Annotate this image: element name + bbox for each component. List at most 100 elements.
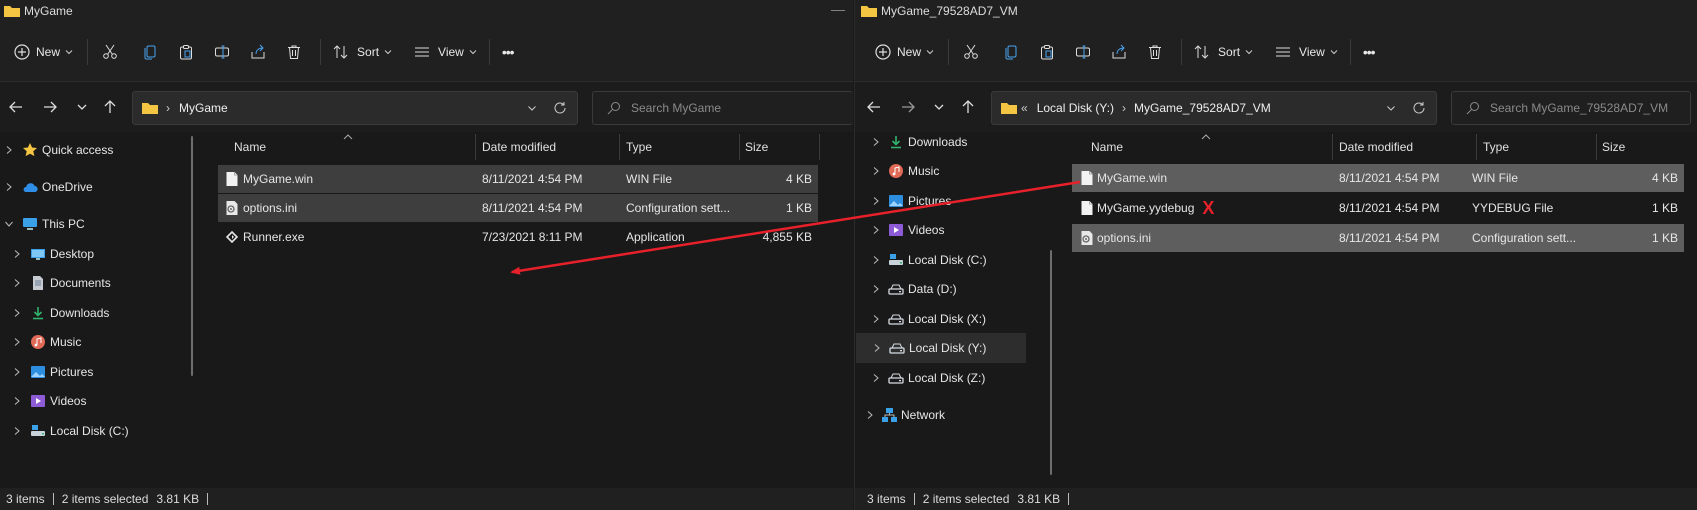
nav-item[interactable]: Videos — [855, 215, 1048, 245]
share-button[interactable] — [1111, 36, 1127, 68]
file-row[interactable]: MyGame.win 8/11/2021 4:54 PM WIN File 4 KB — [218, 165, 818, 193]
nav-item[interactable]: Pictures — [0, 357, 200, 387]
expand-chevron-icon[interactable] — [12, 337, 22, 347]
back-arrow-icon[interactable] — [8, 99, 24, 115]
back-arrow-icon[interactable] — [866, 99, 882, 115]
column-divider[interactable] — [1476, 134, 1477, 160]
title-bar[interactable]: MyGame_79528AD7_VM — [855, 0, 1697, 22]
nav-item[interactable]: Local Disk (C:) — [855, 245, 1048, 275]
cut-button[interactable] — [102, 36, 118, 68]
nav-item[interactable]: Local Disk (Z:) — [855, 363, 1048, 393]
up-arrow-icon[interactable] — [960, 99, 976, 115]
column-header-date-modified[interactable]: Date modified — [482, 132, 556, 162]
column-divider[interactable] — [475, 134, 476, 160]
nav-item[interactable]: Music — [855, 156, 1048, 186]
breadcrumb-folder[interactable]: MyGame_79528AD7_VM — [1134, 101, 1271, 115]
paste-button[interactable] — [1039, 36, 1055, 68]
expand-chevron-icon[interactable] — [12, 278, 22, 288]
expand-chevron-icon[interactable] — [871, 166, 881, 176]
expand-chevron-icon[interactable] — [871, 225, 881, 235]
refresh-icon[interactable] — [553, 101, 567, 115]
nav-scrollbar[interactable] — [1050, 250, 1052, 475]
expand-chevron-icon[interactable] — [871, 196, 881, 206]
nav-item[interactable]: Local Disk (Y:) — [856, 333, 1026, 363]
chevron-down-icon[interactable] — [527, 103, 537, 113]
address-bar[interactable]: « Local Disk (Y:) › MyGame_79528AD7_VM — [991, 91, 1437, 125]
forward-arrow-icon[interactable] — [42, 99, 58, 115]
sort-button[interactable]: Sort — [1194, 36, 1253, 68]
column-header-type[interactable]: Type — [1483, 132, 1509, 162]
nav-item[interactable]: Videos — [0, 386, 200, 416]
refresh-icon[interactable] — [1412, 101, 1426, 115]
expand-chevron-icon[interactable] — [871, 373, 881, 383]
column-divider[interactable] — [739, 134, 740, 160]
nav-item[interactable]: Music — [0, 327, 200, 357]
nav-item[interactable]: Downloads — [855, 127, 1048, 157]
expand-chevron-icon[interactable] — [872, 343, 882, 353]
expand-chevron-icon[interactable] — [12, 308, 22, 318]
copy-button[interactable] — [1003, 36, 1019, 68]
search-box[interactable]: Search MyGame — [592, 91, 853, 125]
expand-chevron-icon[interactable] — [865, 410, 875, 420]
file-row[interactable]: Runner.exe 7/23/2021 8:11 PM Application 4,… — [218, 223, 818, 251]
nav-item[interactable]: Quick access — [0, 135, 200, 165]
recent-locations-chevron-icon[interactable] — [931, 99, 947, 115]
expand-chevron-icon[interactable] — [871, 314, 881, 324]
column-divider[interactable] — [619, 134, 620, 160]
search-box[interactable]: Search MyGame_79528AD7_VM — [1451, 91, 1691, 125]
breadcrumb-mygame[interactable]: MyGame — [179, 101, 228, 115]
copy-button[interactable] — [142, 36, 158, 68]
nav-item[interactable]: OneDrive — [0, 172, 200, 202]
column-divider[interactable] — [1596, 134, 1597, 160]
column-divider[interactable] — [1332, 134, 1333, 160]
view-button[interactable]: View — [1275, 36, 1338, 68]
cut-button[interactable] — [963, 36, 979, 68]
view-button[interactable]: View — [414, 36, 477, 68]
address-bar[interactable]: › MyGame — [132, 91, 578, 125]
recent-locations-chevron-icon[interactable] — [74, 99, 90, 115]
expand-chevron-icon[interactable] — [12, 367, 22, 377]
expand-chevron-icon[interactable] — [12, 396, 22, 406]
nav-item[interactable]: Local Disk (X:) — [855, 304, 1048, 334]
column-header-type[interactable]: Type — [626, 132, 652, 162]
chevron-down-icon[interactable] — [1386, 103, 1396, 113]
column-divider[interactable] — [819, 134, 820, 160]
column-header-name[interactable]: Name — [234, 132, 266, 162]
nav-item[interactable]: Pictures — [855, 186, 1048, 216]
expand-chevron-icon[interactable] — [871, 255, 881, 265]
breadcrumb-local-disk-y[interactable]: Local Disk (Y:) — [1037, 101, 1114, 115]
column-header-size[interactable]: Size — [745, 132, 768, 162]
nav-item[interactable]: This PC — [0, 209, 200, 239]
column-header-size[interactable]: Size — [1602, 132, 1625, 162]
nav-item[interactable]: Desktop — [0, 239, 200, 269]
expand-chevron-icon[interactable] — [12, 426, 22, 436]
delete-button[interactable] — [1147, 36, 1163, 68]
file-row[interactable]: MyGame.yydebug X 8/11/2021 4:54 PM YYDEBUG … — [1072, 194, 1684, 222]
new-button[interactable]: New — [14, 36, 73, 68]
nav-item[interactable]: Local Disk (C:) — [0, 416, 200, 446]
expand-chevron-icon[interactable] — [4, 145, 14, 155]
more-options-button[interactable]: ••• — [1363, 36, 1376, 68]
up-arrow-icon[interactable] — [102, 99, 118, 115]
title-bar[interactable]: MyGame — — [0, 0, 853, 22]
minimize-button[interactable]: — — [831, 2, 845, 16]
rename-button[interactable] — [1075, 36, 1091, 68]
more-options-button[interactable]: ••• — [502, 36, 515, 68]
paste-button[interactable] — [178, 36, 194, 68]
expand-chevron-icon[interactable] — [4, 219, 14, 229]
nav-item[interactable]: Downloads — [0, 298, 200, 328]
nav-item[interactable]: Data (D:) — [855, 274, 1048, 304]
column-header-name[interactable]: Name — [1091, 132, 1123, 162]
breadcrumb-overflow[interactable]: « — [1021, 101, 1028, 115]
expand-chevron-icon[interactable] — [12, 249, 22, 259]
new-button[interactable]: New — [875, 36, 934, 68]
share-button[interactable] — [250, 36, 266, 68]
expand-chevron-icon[interactable] — [4, 182, 14, 192]
nav-item[interactable]: Network — [855, 400, 1048, 430]
file-row[interactable]: MyGame.win 8/11/2021 4:54 PM WIN File 4 KB — [1072, 164, 1684, 192]
file-row[interactable]: options.ini 8/11/2021 4:54 PM Configuratio… — [1072, 224, 1684, 252]
expand-chevron-icon[interactable] — [871, 137, 881, 147]
sort-button[interactable]: Sort — [333, 36, 392, 68]
nav-item[interactable]: Documents — [0, 268, 200, 298]
rename-button[interactable] — [214, 36, 230, 68]
